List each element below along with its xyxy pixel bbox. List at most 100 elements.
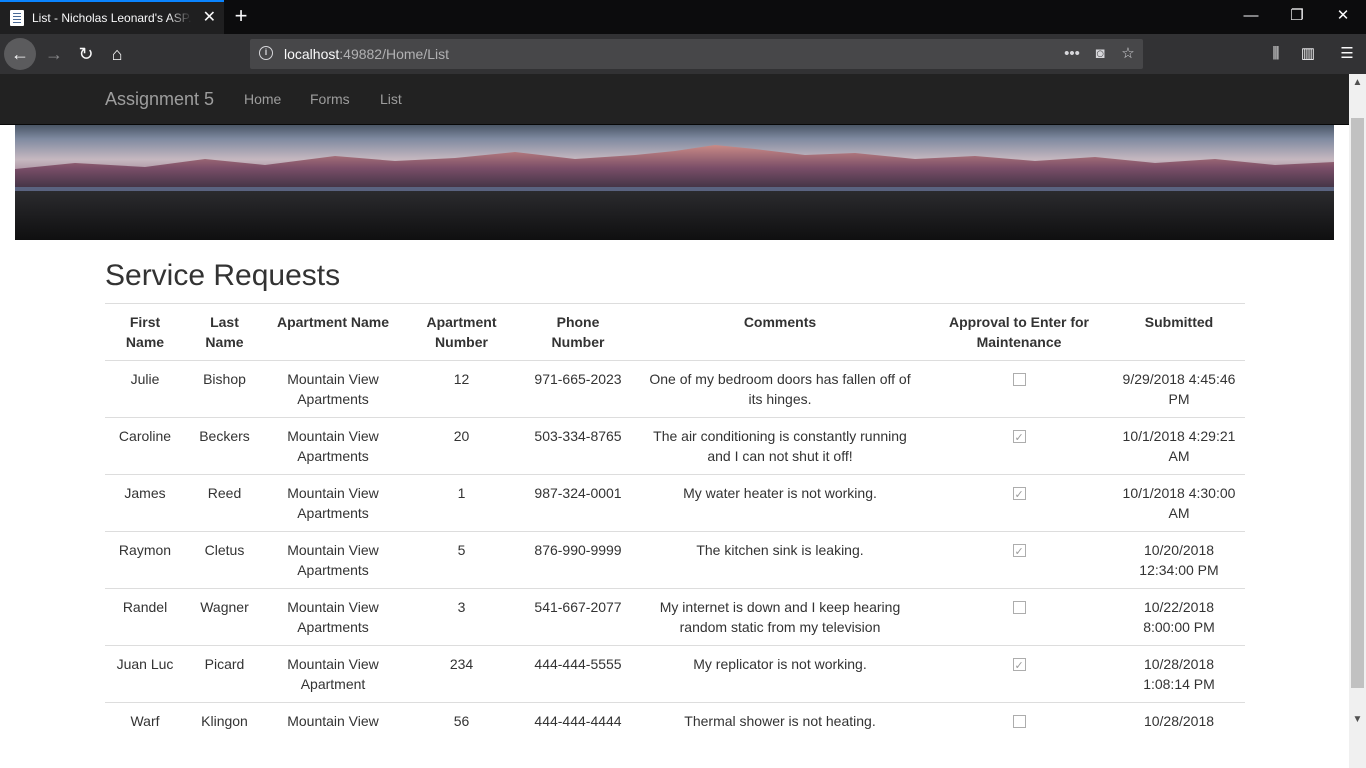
cell-apartment-name: Mountain View Apartment xyxy=(264,645,402,703)
cell-apartment-number: 3 xyxy=(402,588,521,646)
cell-approval xyxy=(925,588,1113,646)
new-tab-plus-icon[interactable]: + xyxy=(230,4,252,28)
cell-phone-number: 444-444-4444 xyxy=(521,702,635,741)
table-row: Warf Klingon Mountain View 56 444-444-4444 Th… xyxy=(105,702,1245,741)
url-host: localhost xyxy=(284,46,340,62)
vertical-scrollbar[interactable]: ▲ ▼ xyxy=(1349,74,1366,768)
approval-checkbox xyxy=(1012,542,1026,562)
reload-icon[interactable]: ↻ xyxy=(70,38,102,70)
cell-first-name: James xyxy=(105,474,185,532)
cell-submitted: 10/20/2018 12:34:00 PM xyxy=(1113,531,1245,589)
cell-approval xyxy=(925,474,1113,532)
cell-comments: One of my bedroom doors has fallen off o… xyxy=(635,360,925,418)
star-icon[interactable]: ☆ xyxy=(1118,44,1138,64)
cell-submitted: 10/28/2018 xyxy=(1113,702,1245,741)
scroll-down-icon[interactable]: ▼ xyxy=(1349,711,1366,728)
cell-comments: Thermal shower is not heating. xyxy=(635,702,925,741)
cell-last-name: Bishop xyxy=(185,360,264,418)
cell-apartment-number: 5 xyxy=(402,531,521,589)
cell-first-name: Warf xyxy=(105,702,185,741)
arrow-left-icon[interactable]: ← xyxy=(4,38,36,70)
cell-comments: My replicator is not working. xyxy=(635,645,925,703)
pocket-icon[interactable]: ◙ xyxy=(1090,44,1110,64)
cell-submitted: 9/29/2018 4:45:46 PM xyxy=(1113,360,1245,418)
ellipsis-icon[interactable]: ••• xyxy=(1062,44,1082,64)
browser-tab-active[interactable]: List - Nicholas Leonard's ASP.NET ✕ xyxy=(0,0,224,34)
column-header-submitted: Submitted xyxy=(1113,303,1245,361)
table-header-row: First Name Last Name Apartment Name Apar… xyxy=(105,303,1245,361)
cell-first-name: Juan Luc xyxy=(105,645,185,703)
table-row: Raymon Cletus Mountain View Apartments 5 876… xyxy=(105,531,1245,589)
cell-apartment-name: Mountain View Apartments xyxy=(264,531,402,589)
cell-approval xyxy=(925,417,1113,475)
cell-phone-number: 541-667-2077 xyxy=(521,588,635,646)
close-window-icon[interactable]: ✕ xyxy=(1333,7,1353,25)
nav-link-home[interactable]: Home xyxy=(244,91,281,107)
url-path: :49882/Home/List xyxy=(339,46,449,62)
cell-last-name: Klingon xyxy=(185,702,264,741)
approval-checkbox xyxy=(1012,373,1026,386)
cell-first-name: Caroline xyxy=(105,417,185,475)
hamburger-icon[interactable]: ☰ xyxy=(1336,44,1358,64)
cell-last-name: Cletus xyxy=(185,531,264,589)
cell-comments: The kitchen sink is leaking. xyxy=(635,531,925,589)
cell-comments: My internet is down and I keep hearing r… xyxy=(635,588,925,646)
url-text[interactable]: localhost:49882/Home/List xyxy=(284,46,449,62)
table-row: Caroline Beckers Mountain View Apartments 2… xyxy=(105,417,1245,475)
column-header-apartment-name: Apartment Name xyxy=(264,303,402,361)
cell-apartment-number: 56 xyxy=(402,702,521,741)
arrow-right-icon[interactable]: → xyxy=(38,38,70,70)
table-body: Julie Bishop Mountain View Apartments 12 971… xyxy=(105,360,1245,741)
home-icon[interactable]: ⌂ xyxy=(101,38,133,70)
url-bar[interactable]: i localhost:49882/Home/List ••• ◙ ☆ xyxy=(250,39,1143,69)
cell-submitted: 10/22/2018 8:00:00 PM xyxy=(1113,588,1245,646)
mountain-banner-image xyxy=(15,125,1334,240)
cell-first-name: Julie xyxy=(105,360,185,418)
browser-toolbar: ← → ↻ ⌂ i localhost:49882/Home/List ••• … xyxy=(0,34,1366,74)
scroll-thumb[interactable] xyxy=(1351,118,1364,688)
cell-phone-number: 503-334-8765 xyxy=(521,417,635,475)
restore-window-icon[interactable]: ❐ xyxy=(1287,7,1307,25)
cell-approval xyxy=(925,645,1113,703)
site-navbar: Assignment 5 Home Forms List xyxy=(0,74,1349,125)
cell-submitted: 10/1/2018 4:30:00 AM xyxy=(1113,474,1245,532)
approval-checkbox xyxy=(1012,601,1026,614)
cell-comments: The air conditioning is constantly runni… xyxy=(635,417,925,475)
close-tab-icon[interactable]: ✕ xyxy=(203,9,216,27)
cell-apartment-number: 234 xyxy=(402,645,521,703)
column-header-approval: Approval to Enter for Maintenance xyxy=(925,303,1113,361)
cell-submitted: 10/1/2018 4:29:21 AM xyxy=(1113,417,1245,475)
library-icon[interactable]: ⫼ xyxy=(1265,44,1287,64)
column-header-last-name: Last Name xyxy=(185,303,264,361)
cell-apartment-number: 1 xyxy=(402,474,521,532)
approval-checkbox xyxy=(1012,715,1026,728)
tab-title: List - Nicholas Leonard's ASP.NET xyxy=(32,11,192,25)
minimize-window-icon[interactable]: — xyxy=(1241,7,1261,25)
cell-first-name: Randel xyxy=(105,588,185,646)
approval-checkbox xyxy=(1012,485,1026,505)
table-row: Julie Bishop Mountain View Apartments 12 971… xyxy=(105,360,1245,418)
cell-approval xyxy=(925,531,1113,589)
cell-last-name: Reed xyxy=(185,474,264,532)
approval-checkbox xyxy=(1012,428,1026,448)
site-brand-link[interactable]: Assignment 5 xyxy=(105,89,214,110)
sidebar-icon[interactable]: ▥ xyxy=(1297,44,1319,64)
nav-link-forms[interactable]: Forms xyxy=(310,91,350,107)
cell-last-name: Picard xyxy=(185,645,264,703)
cell-apartment-number: 20 xyxy=(402,417,521,475)
scroll-up-icon[interactable]: ▲ xyxy=(1349,74,1366,91)
cell-phone-number: 971-665-2023 xyxy=(521,360,635,418)
column-header-first-name: First Name xyxy=(105,303,185,361)
cell-first-name: Raymon xyxy=(105,531,185,589)
page-favicon-icon xyxy=(10,10,24,26)
table-row: Randel Wagner Mountain View Apartments 3 541… xyxy=(105,588,1245,646)
cell-apartment-name: Mountain View xyxy=(264,702,402,741)
cell-approval xyxy=(925,702,1113,741)
column-header-apartment-number: Apartment Number xyxy=(402,303,521,361)
nav-link-list[interactable]: List xyxy=(380,91,402,107)
browser-tab-bar: List - Nicholas Leonard's ASP.NET ✕ + — … xyxy=(0,0,1366,34)
info-icon[interactable]: i xyxy=(259,46,273,60)
cell-submitted: 10/28/2018 1:08:14 PM xyxy=(1113,645,1245,703)
column-header-comments: Comments xyxy=(635,303,925,361)
cell-last-name: Beckers xyxy=(185,417,264,475)
